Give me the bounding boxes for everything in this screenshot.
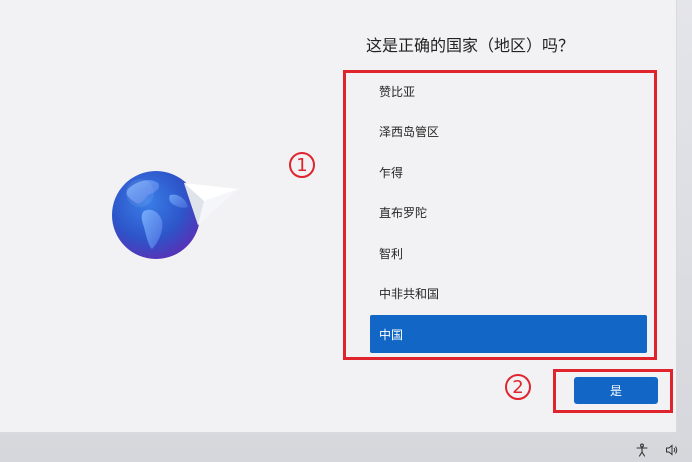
page-title: 这是正确的国家（地区）吗？ xyxy=(366,36,575,55)
volume-icon[interactable] xyxy=(663,441,681,459)
annotation-box-country-list xyxy=(343,70,657,360)
globe-illustration xyxy=(100,155,250,285)
globe-paper-plane-icon xyxy=(112,171,238,259)
annotation-box-yes-button xyxy=(553,369,673,413)
annotation-step-2-marker: 2 xyxy=(505,374,531,400)
annotation-step-1-marker: 1 xyxy=(289,152,315,178)
accessibility-icon-glyph xyxy=(636,443,648,457)
volume-icon-glyph xyxy=(666,444,678,456)
accessibility-icon[interactable] xyxy=(633,441,651,459)
